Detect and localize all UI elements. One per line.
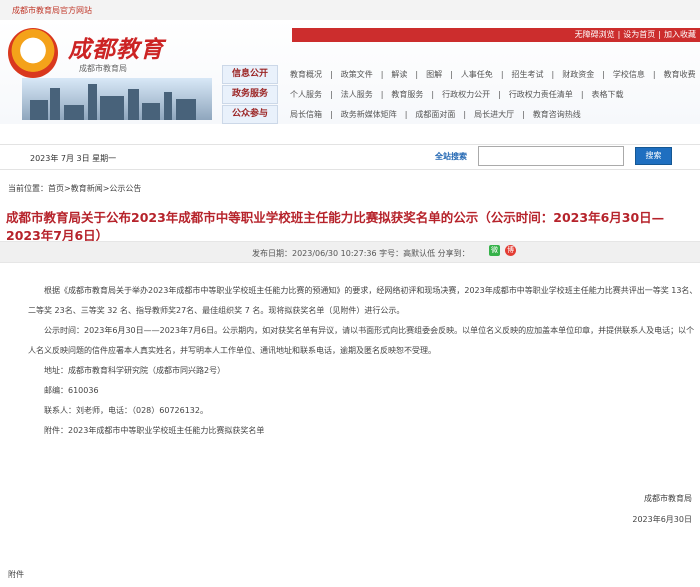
date-search-bar: 2023年 7月 3日 星期一 全站搜索 搜索	[0, 144, 700, 170]
attachment-label: 附件	[8, 570, 24, 579]
nav-item[interactable]: 教育咨询热线	[533, 110, 581, 119]
wechat-share-icon[interactable]: 微	[489, 245, 500, 256]
site-subtitle: 成都市教育局	[79, 64, 127, 73]
breadcrumb-home-link[interactable]: 首页	[48, 184, 64, 193]
article-address: 地址：成都市教育科学研究院（成都市同兴路2号）	[44, 366, 226, 375]
accessibility-link[interactable]: 无障碍浏览	[575, 30, 615, 39]
article-info-bar: 发布日期：2023/06/30 10:27:36 字号：高默认低 分享到： 微 …	[0, 241, 700, 263]
nav-items-public-participation: 局长信箱 | 政务新媒体矩阵 | 成都面对面 | 局长进大厅 | 教育咨询热线	[290, 109, 589, 120]
search-input[interactable]	[478, 146, 624, 166]
article-meta: 发布日期：2023/06/30 10:27:36 字号：高默认低 分享到：	[252, 249, 470, 258]
separator: |	[617, 30, 621, 39]
site-title: 成都教育	[68, 37, 164, 63]
separator: |	[522, 110, 525, 119]
separator: |	[602, 70, 605, 79]
favorite-link[interactable]: 加入收藏	[664, 30, 696, 39]
separator: |	[463, 110, 467, 119]
separator: |	[450, 70, 453, 79]
nav-item[interactable]: 招生考试	[512, 70, 544, 79]
separator: |	[431, 90, 435, 99]
article-attachment-note: 附件：2023年成都市中等职业学校班主任能力比赛拟获奖名单	[44, 426, 265, 435]
breadcrumb: 当前位置：首页>教育新闻>公示公告	[8, 183, 141, 194]
nav-item[interactable]: 解读	[391, 70, 407, 79]
article-content: 根据《成都市教育局关于举办2023年成都市中等职业学校班主任能力比赛的预通知》的…	[28, 281, 698, 441]
nav-item[interactable]: 学校信息	[613, 70, 645, 79]
separator: |	[500, 70, 504, 79]
nav-item[interactable]: 教育服务	[391, 90, 423, 99]
separator: |	[380, 70, 384, 79]
nav-item[interactable]: 教育收费	[664, 70, 696, 79]
nav-label-info-open[interactable]: 信息公开	[222, 65, 278, 84]
article-postcode: 邮编：610036	[44, 386, 99, 395]
separator: |	[580, 90, 584, 99]
nav-label-government-service[interactable]: 政务服务	[222, 85, 278, 104]
nav-item[interactable]: 局长信箱	[290, 110, 322, 119]
nav-items-government-service: 个人服务 | 法人服务 | 教育服务 | 行政权力公开 | 行政权力责任清单 | 表格下载	[290, 89, 632, 100]
signature-date: 2023年6月30日	[632, 515, 692, 524]
header-links: 无障碍浏览 | 设为首页 | 加入收藏	[572, 28, 696, 42]
separator: |	[330, 110, 333, 119]
breadcrumb-news-link[interactable]: 教育新闻	[71, 184, 103, 193]
nav-item[interactable]: 政策文件	[341, 70, 373, 79]
separator: |	[658, 30, 661, 39]
nav-item[interactable]: 财政资金	[562, 70, 594, 79]
breadcrumb-label: 当前位置：	[8, 184, 48, 193]
breadcrumb-notice-link[interactable]: 公示公告	[109, 184, 141, 193]
nav-item[interactable]: 表格下载	[592, 90, 624, 99]
nav-item[interactable]: 行政权力责任清单	[509, 90, 573, 99]
separator: |	[652, 70, 656, 79]
article-title: 成都市教育局关于公布2023年成都市中等职业学校班主任能力比赛拟获奖名单的公示（…	[6, 210, 665, 243]
current-date: 2023年 7月 3日 星期一	[30, 154, 117, 163]
separator: |	[404, 110, 408, 119]
education-bureau-logo-icon	[8, 28, 58, 78]
signature: 成都市教育局	[644, 494, 692, 503]
separator: |	[330, 70, 333, 79]
nav-row-info-open: 信息公开 教育概况 | 政策文件 | 解读 | 图解 | 人事任免 | 招生考试 | 财政资金 | 学校信息…	[222, 65, 700, 85]
nav-item[interactable]: 政务新媒体矩阵	[341, 110, 397, 119]
separator: |	[551, 70, 555, 79]
nav-label-public-participation[interactable]: 公众参与	[222, 105, 278, 124]
separator: |	[380, 90, 384, 99]
nav-row-government-service: 政务服务 个人服务 | 法人服务 | 教育服务 | 行政权力公开 | 行政权力责任清单 | 表格下载	[222, 85, 700, 105]
nav-item[interactable]: 成都面对面	[415, 110, 455, 119]
separator: |	[498, 90, 501, 99]
separator: |	[415, 70, 419, 79]
separator: |	[330, 90, 333, 99]
weibo-share-icon[interactable]: 博	[505, 245, 516, 256]
nav-item[interactable]: 教育概况	[290, 70, 322, 79]
nav-row-public-participation: 公众参与 局长信箱 | 政务新媒体矩阵 | 成都面对面 | 局长进大厅 | 教育咨询热线	[222, 105, 700, 125]
article-paragraph: 根据《成都市教育局关于举办2023年成都市中等职业学校班主任能力比赛的预通知》的…	[28, 286, 698, 315]
set-home-link[interactable]: 设为首页	[623, 30, 655, 39]
nav-items-info-open: 教育概况 | 政策文件 | 解读 | 图解 | 人事任免 | 招生考试 | 财政资金 | 学校信息 | 教育收费	[290, 69, 700, 80]
nav-item[interactable]: 法人服务	[341, 90, 373, 99]
nav-item[interactable]: 行政权力公开	[442, 90, 490, 99]
nav-item[interactable]: 图解	[426, 70, 442, 79]
nav-item[interactable]: 个人服务	[290, 90, 322, 99]
site-header: 无障碍浏览 | 设为首页 | 加入收藏 成都教育 成都市教育局 信息公开 教育概况 | 政策…	[0, 20, 700, 124]
search-button[interactable]: 搜索	[635, 147, 672, 165]
site-name[interactable]: 成都市教育局官方网站	[12, 5, 92, 16]
city-skyline-image	[22, 78, 212, 120]
search-label: 全站搜索	[435, 152, 467, 161]
article-paragraph: 公示时间：2023年6月30日——2023年7月6日。公示期内，如对获奖名单有异…	[28, 326, 695, 355]
article-contact: 联系人：刘老师，电话：（028）60726132。	[44, 406, 208, 415]
nav-item[interactable]: 局长进大厅	[474, 110, 514, 119]
nav-item[interactable]: 人事任免	[461, 70, 493, 79]
breadcrumb-separator: >	[64, 184, 71, 193]
top-bar: 成都市教育局官方网站	[0, 0, 700, 21]
